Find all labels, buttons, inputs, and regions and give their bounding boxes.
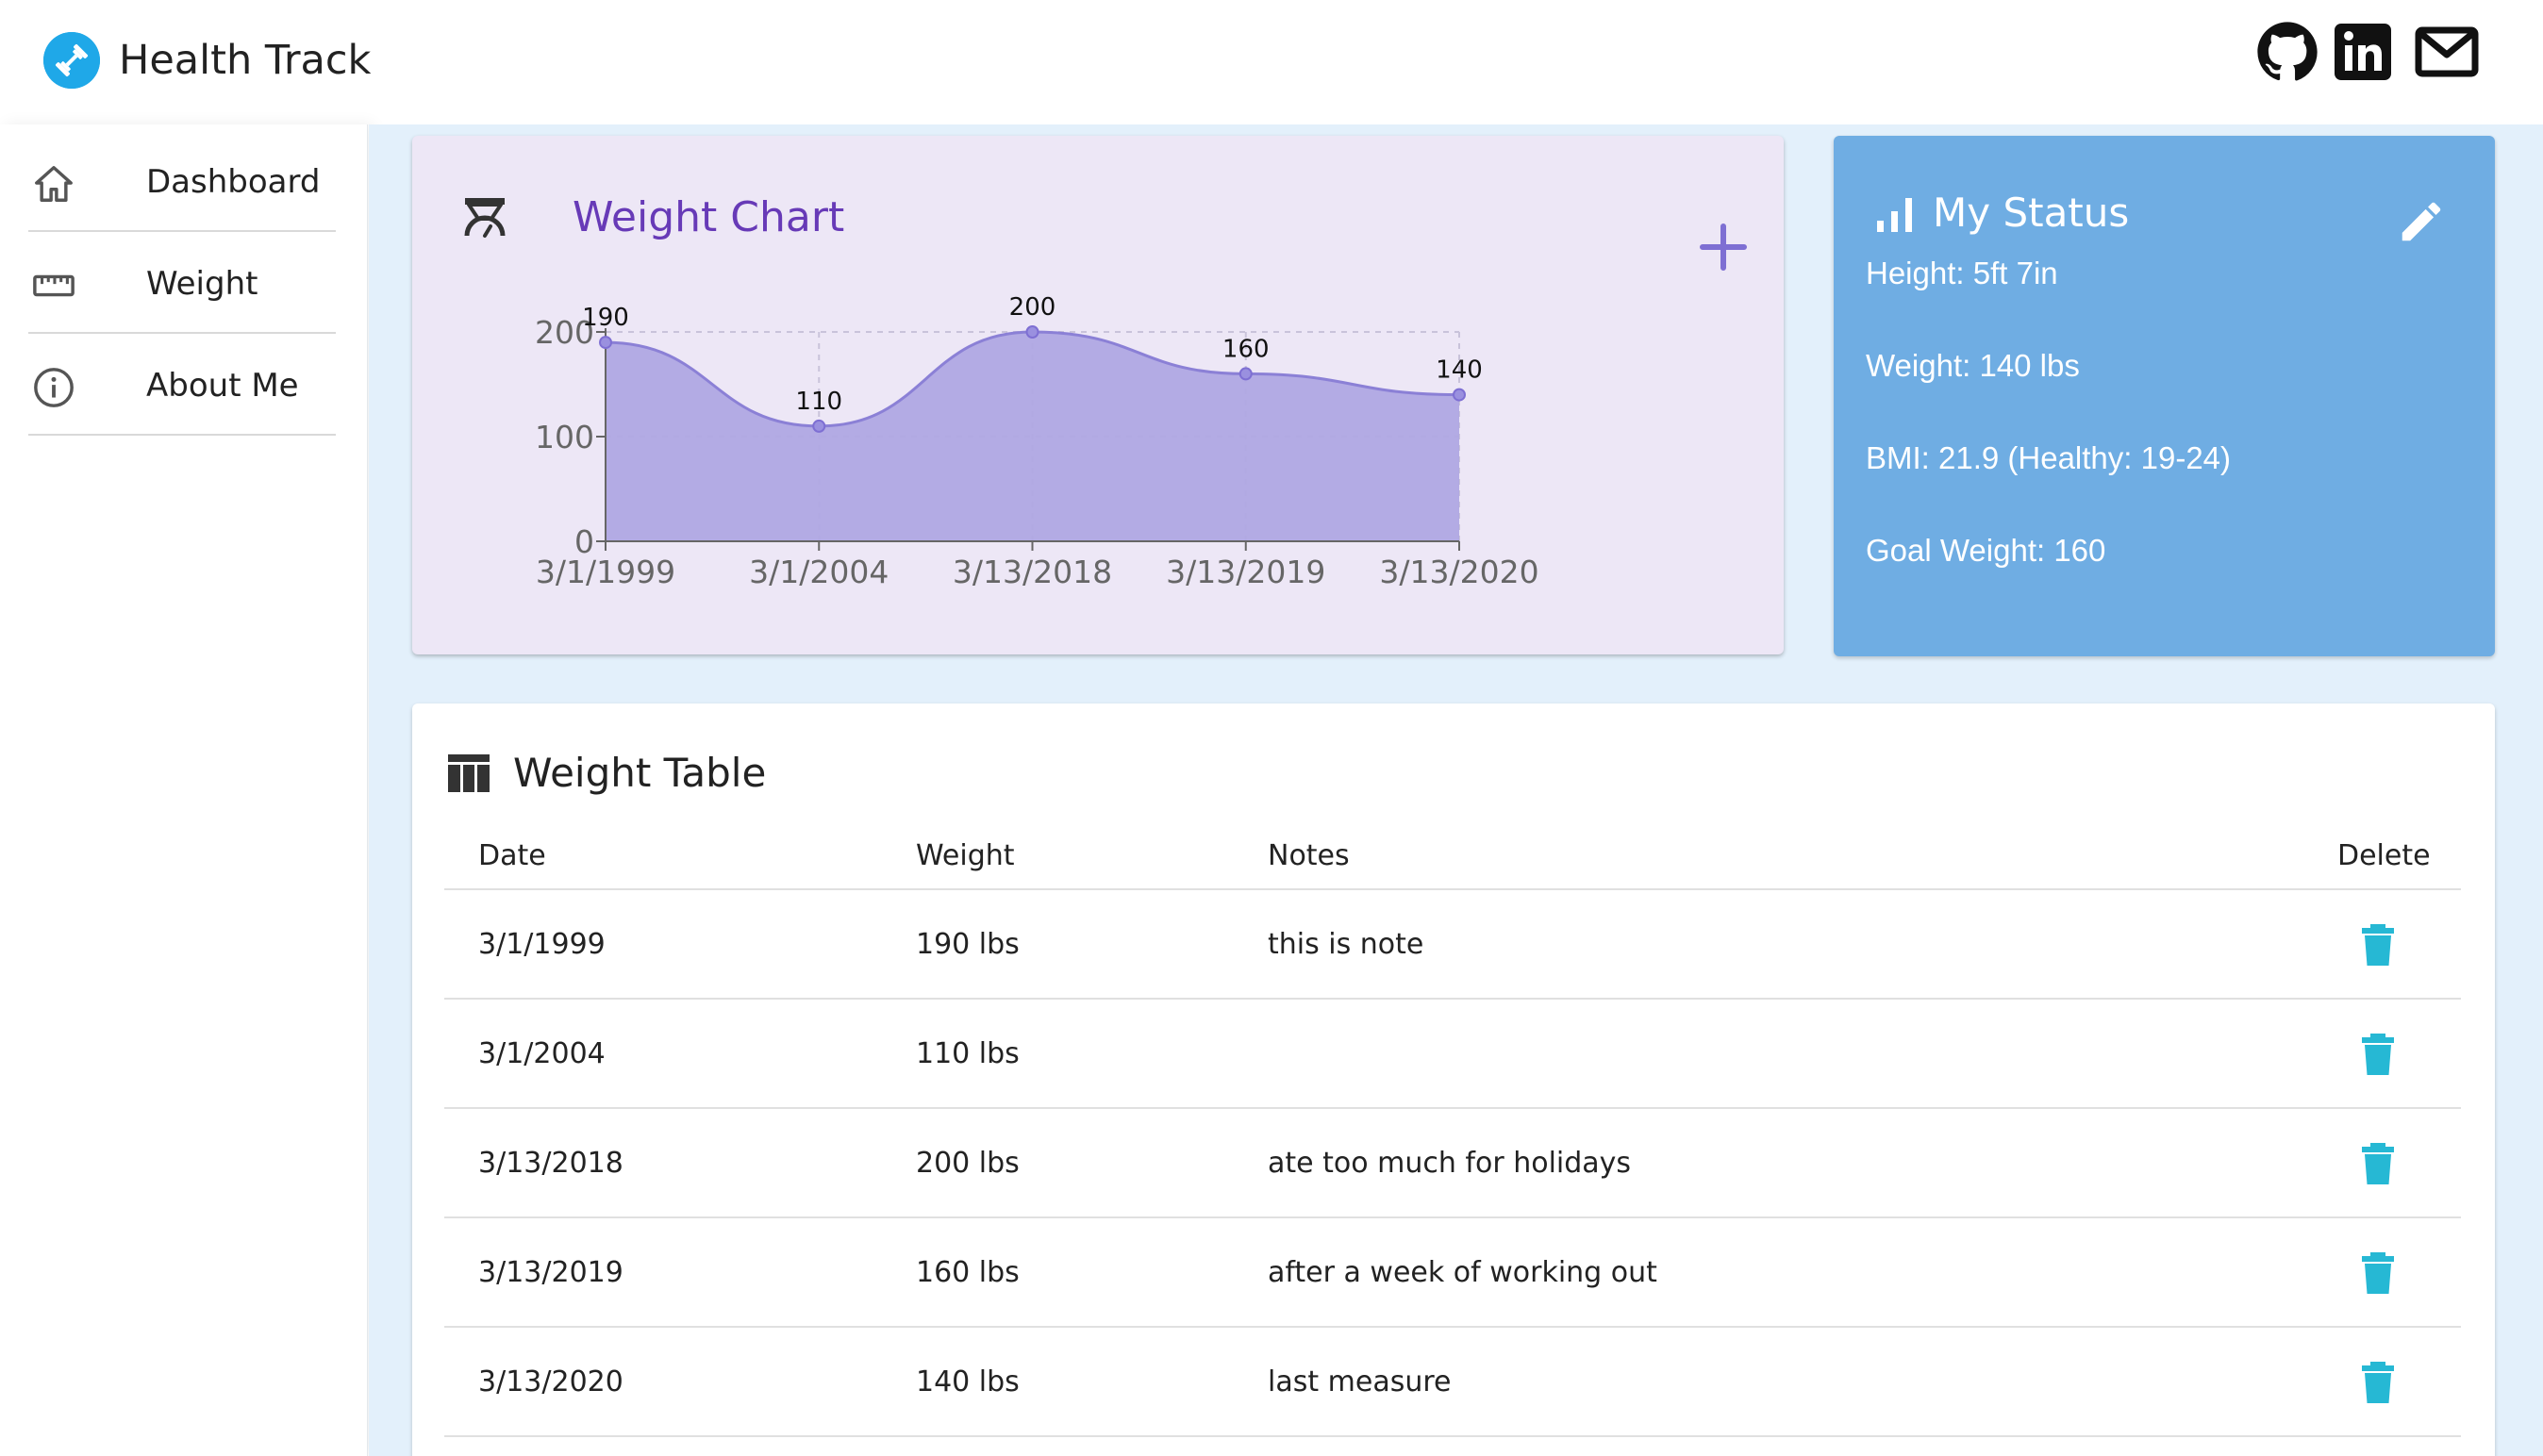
row-weight: 160 lbs bbox=[916, 1256, 1020, 1289]
header-weight[interactable]: Weight bbox=[916, 837, 1015, 875]
app-title[interactable]: Health Track bbox=[119, 32, 371, 89]
header-date[interactable]: Date bbox=[478, 837, 546, 875]
delete-trash-icon[interactable] bbox=[2359, 1250, 2397, 1296]
sidebar-item-weight[interactable]: Weight bbox=[28, 232, 336, 334]
status-bmi: BMI: 21.9 (Healthy: 19-24) bbox=[1866, 440, 2232, 475]
row-notes: this is note bbox=[1268, 928, 1424, 961]
row-weight: 190 lbs bbox=[916, 928, 1020, 961]
ruler-icon bbox=[32, 264, 75, 307]
weight-area-chart: 01002003/1/1999 3/1/2004 3/13/2018 3/13/201… bbox=[535, 293, 1539, 590]
data-label: 200 bbox=[1009, 293, 1056, 322]
edit-pencil-icon[interactable] bbox=[2396, 196, 2447, 247]
delete-trash-icon[interactable] bbox=[2359, 1141, 2397, 1186]
row-notes: last measure bbox=[1268, 1365, 1452, 1398]
x-tick-label: 3/13/2019 bbox=[1166, 554, 1325, 590]
data-label: 190 bbox=[582, 304, 629, 332]
sidebar-item-about-me[interactable]: About Me bbox=[28, 334, 336, 436]
weight-table-title: Weight Table bbox=[513, 750, 767, 796]
header-delete: Delete bbox=[2337, 839, 2431, 872]
row-weight: 200 lbs bbox=[916, 1147, 1020, 1180]
delete-trash-icon[interactable] bbox=[2359, 1032, 2397, 1077]
table-row: 3/1/2004 110 lbs bbox=[444, 1000, 2461, 1109]
row-date: 3/1/2004 bbox=[478, 1037, 606, 1070]
github-icon[interactable] bbox=[2256, 21, 2319, 83]
status-goal-weight: Goal Weight: 160 bbox=[1866, 533, 2106, 568]
row-date: 3/13/2020 bbox=[478, 1365, 623, 1398]
sidebar-item-label: Weight bbox=[146, 265, 258, 303]
table-row: 3/13/2019 160 lbs after a week of workin… bbox=[444, 1218, 2461, 1328]
row-weight: 110 lbs bbox=[916, 1037, 1020, 1070]
table-row: 3/1/1999 190 lbs this is note bbox=[444, 890, 2461, 1000]
dumbbell-logo-icon[interactable] bbox=[43, 32, 100, 89]
info-icon bbox=[32, 366, 75, 409]
row-date: 3/1/1999 bbox=[478, 928, 606, 961]
bar-chart-icon bbox=[1877, 198, 1912, 232]
data-point bbox=[812, 419, 826, 433]
main-content: Weight Chart 0 100 200 3/1/1999 3/1/2004 3/13… bbox=[369, 124, 2543, 1456]
linkedin-icon[interactable] bbox=[2334, 21, 2392, 83]
x-tick-label: 3/13/2018 bbox=[953, 554, 1112, 590]
row-notes: ate too much for holidays bbox=[1268, 1147, 1632, 1180]
data-point bbox=[599, 336, 612, 350]
table-row: 3/13/2020 140 lbs last measure bbox=[444, 1328, 2461, 1437]
x-tick-label: 3/1/1999 bbox=[536, 554, 675, 590]
y-tick-label: 100 bbox=[535, 419, 594, 455]
area-fill bbox=[606, 332, 1459, 541]
top-app-bar: Health Track bbox=[0, 0, 2543, 124]
mail-icon[interactable] bbox=[2415, 21, 2479, 83]
sidebar: Dashboard Weight About Me bbox=[0, 124, 368, 1456]
my-status-title: My Status bbox=[1933, 190, 2130, 236]
delete-trash-icon[interactable] bbox=[2359, 1360, 2397, 1405]
row-date: 3/13/2019 bbox=[478, 1256, 623, 1289]
delete-trash-icon[interactable] bbox=[2359, 922, 2397, 968]
data-label: 140 bbox=[1436, 356, 1483, 385]
data-label: 110 bbox=[795, 388, 842, 416]
data-point bbox=[1025, 325, 1039, 339]
x-tick-label: 3/13/2020 bbox=[1379, 554, 1538, 590]
table-row: 3/13/2018 200 lbs ate too much for holid… bbox=[444, 1109, 2461, 1218]
home-icon bbox=[32, 162, 75, 206]
sidebar-item-label: About Me bbox=[146, 367, 299, 405]
sidebar-item-dashboard[interactable]: Dashboard bbox=[28, 130, 336, 232]
x-tick-label: 3/1/2004 bbox=[749, 554, 889, 590]
data-point bbox=[1453, 388, 1466, 402]
row-weight: 140 lbs bbox=[916, 1365, 1020, 1398]
row-date: 3/13/2018 bbox=[478, 1147, 623, 1180]
data-point bbox=[1238, 367, 1253, 381]
sidebar-item-label: Dashboard bbox=[146, 163, 321, 201]
status-weight: Weight: 140 lbs bbox=[1866, 348, 2080, 383]
row-notes: after a week of working out bbox=[1268, 1256, 1657, 1289]
weight-chart-card: Weight Chart 0 100 200 3/1/1999 3/1/2004 3/13… bbox=[412, 136, 1784, 654]
weight-table-card: Weight Table Date Weight Notes Delete 3/… bbox=[412, 703, 2495, 1456]
data-label: 160 bbox=[1222, 335, 1270, 363]
my-status-card: My Status Height: 5ft 7in Weight: 140 lb… bbox=[1834, 136, 2495, 656]
header-notes[interactable]: Notes bbox=[1268, 837, 1350, 875]
table-icon bbox=[448, 754, 490, 792]
status-height: Height: 5ft 7in bbox=[1866, 256, 2058, 290]
table-header: Date Weight Notes Delete bbox=[444, 822, 2461, 890]
